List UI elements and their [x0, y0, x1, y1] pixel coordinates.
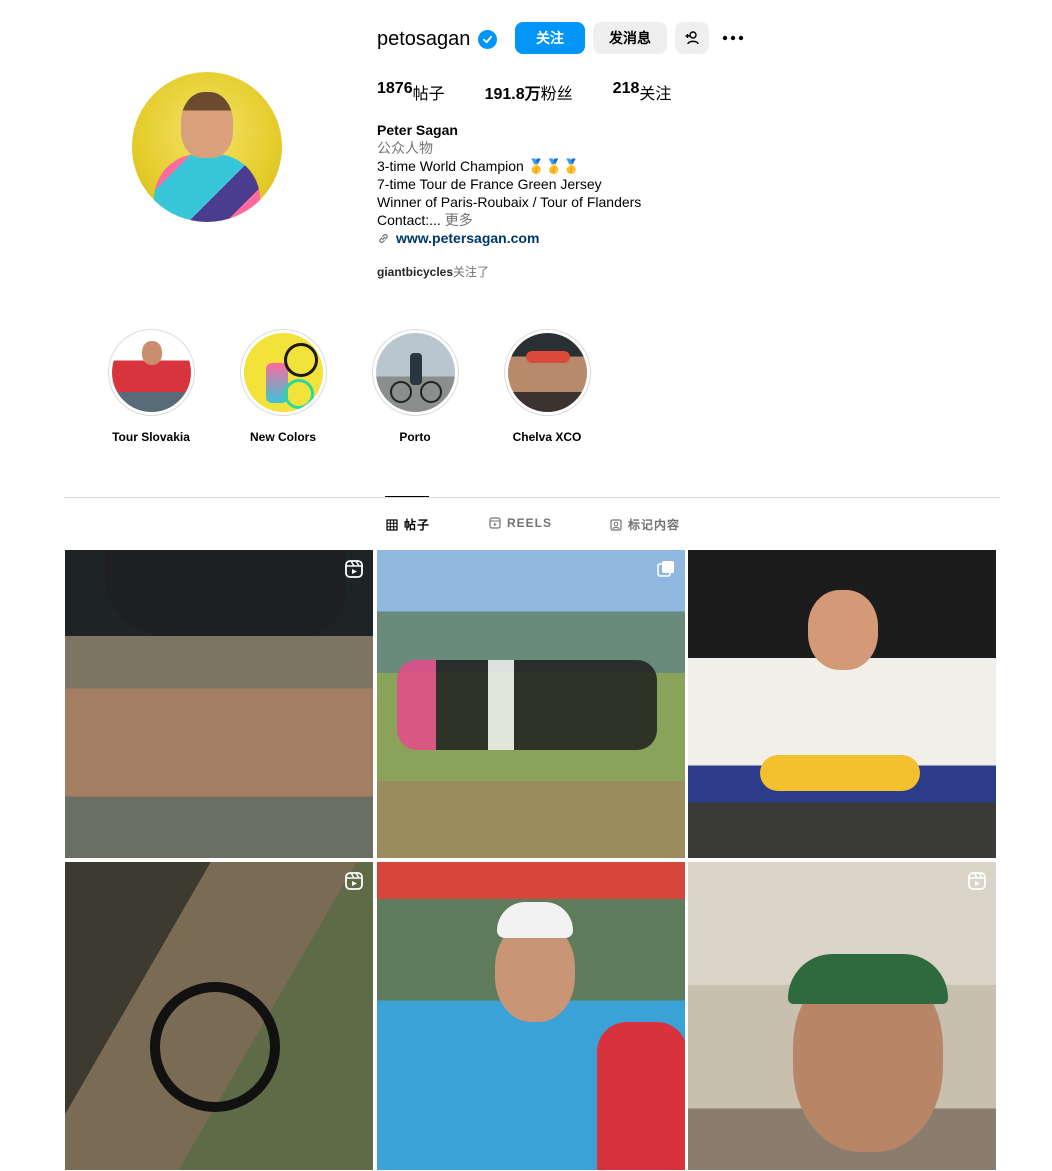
story-highlight[interactable]: Tour Slovakia: [91, 329, 211, 444]
grid-icon: [386, 518, 398, 531]
avatar-jersey: [154, 154, 260, 222]
profile-stats: 1876 帖子 191.8万 粉丝 218 关注: [377, 80, 711, 104]
tab-label: 帖子: [404, 518, 431, 532]
tabs-divider: [64, 497, 1000, 498]
followers-label: 粉丝: [540, 86, 573, 103]
story-highlight[interactable]: New Colors: [223, 329, 343, 444]
suggested-users-button[interactable]: [675, 22, 709, 54]
website-url: www.petersagan.com: [396, 230, 540, 246]
tagged-icon: [610, 518, 622, 531]
bio-line: Winner of Paris-Roubaix / Tour of Flande…: [377, 194, 642, 210]
follow-button[interactable]: 关注: [515, 22, 585, 54]
post-tile[interactable]: [688, 550, 996, 858]
highlight-ring: [503, 329, 591, 416]
bio-more-link[interactable]: 更多: [445, 212, 473, 228]
reel-icon: [345, 872, 363, 890]
reel-icon: [968, 872, 986, 890]
reel-icon: [345, 560, 363, 578]
highlight-cover: [111, 333, 191, 412]
message-button[interactable]: 发消息: [593, 22, 667, 54]
reels-icon: [489, 517, 501, 529]
active-tab-indicator: [385, 496, 429, 497]
tab-label: REELS: [507, 516, 553, 530]
ellipsis-icon: [722, 35, 744, 41]
profile-bio: Peter Sagan 公众人物 3-time World Champion 🥇…: [377, 121, 641, 247]
highlight-label: Tour Slovakia: [112, 430, 190, 444]
verified-badge-icon: [478, 29, 498, 49]
highlight-cover: [507, 333, 587, 412]
profile-avatar[interactable]: [132, 72, 282, 222]
followed-by-suffix: 关注了: [453, 265, 490, 279]
post-tile[interactable]: [65, 550, 373, 858]
bio-line: 7-time Tour de France Green Jersey: [377, 176, 602, 192]
following-value: 218: [612, 80, 640, 97]
highlight-label: New Colors: [249, 430, 316, 444]
highlight-ring: [107, 329, 195, 416]
following-count[interactable]: 218 关注: [613, 80, 672, 104]
more-options-button[interactable]: [716, 22, 750, 54]
bio-line: 3-time World Champion 🥇🥇🥇: [377, 158, 580, 174]
tab-label: 标记内容: [628, 518, 681, 532]
link-icon: [379, 233, 388, 243]
highlight-label: Porto: [399, 430, 431, 444]
posts-label: 帖子: [412, 86, 445, 103]
highlight-cover: [243, 333, 323, 412]
highlight-ring: [239, 329, 327, 416]
followers-count[interactable]: 191.8万 粉丝: [485, 80, 573, 104]
post-tile[interactable]: [65, 862, 373, 1170]
highlight-cover: [375, 333, 455, 412]
username-row: petosagan: [377, 24, 498, 54]
tab-posts[interactable]: 帖子: [386, 516, 430, 533]
category-label: 公众人物: [377, 140, 433, 156]
highlight-label: Chelva XCO: [512, 430, 582, 444]
bio-line: Contact:...: [377, 212, 441, 228]
posts-count: 1876 帖子: [377, 80, 445, 104]
posts-value: 1876: [377, 80, 413, 97]
tab-reels[interactable]: REELS: [489, 516, 552, 530]
followers-value: 191.8万: [484, 86, 541, 103]
full-name: Peter Sagan: [377, 122, 458, 138]
post-tile[interactable]: [377, 550, 685, 858]
avatar-face: [181, 92, 233, 158]
highlight-ring: [371, 329, 459, 416]
story-highlight[interactable]: Porto: [355, 329, 475, 444]
following-label: 关注: [639, 86, 672, 103]
post-tile[interactable]: [377, 862, 685, 1170]
followed-by[interactable]: giantbicycles关注了: [377, 263, 489, 280]
carousel-icon: [657, 561, 674, 577]
bio-line-contact: Contact:... 更多: [377, 211, 641, 229]
username: petosagan: [377, 27, 471, 50]
tab-tagged[interactable]: 标记内容: [610, 516, 680, 533]
followed-by-user: giantbicycles: [377, 265, 454, 279]
website-link[interactable]: www.petersagan.com: [377, 229, 641, 247]
add-person-icon: [685, 31, 699, 45]
post-tile[interactable]: [688, 862, 996, 1170]
story-highlight[interactable]: Chelva XCO: [487, 329, 607, 444]
